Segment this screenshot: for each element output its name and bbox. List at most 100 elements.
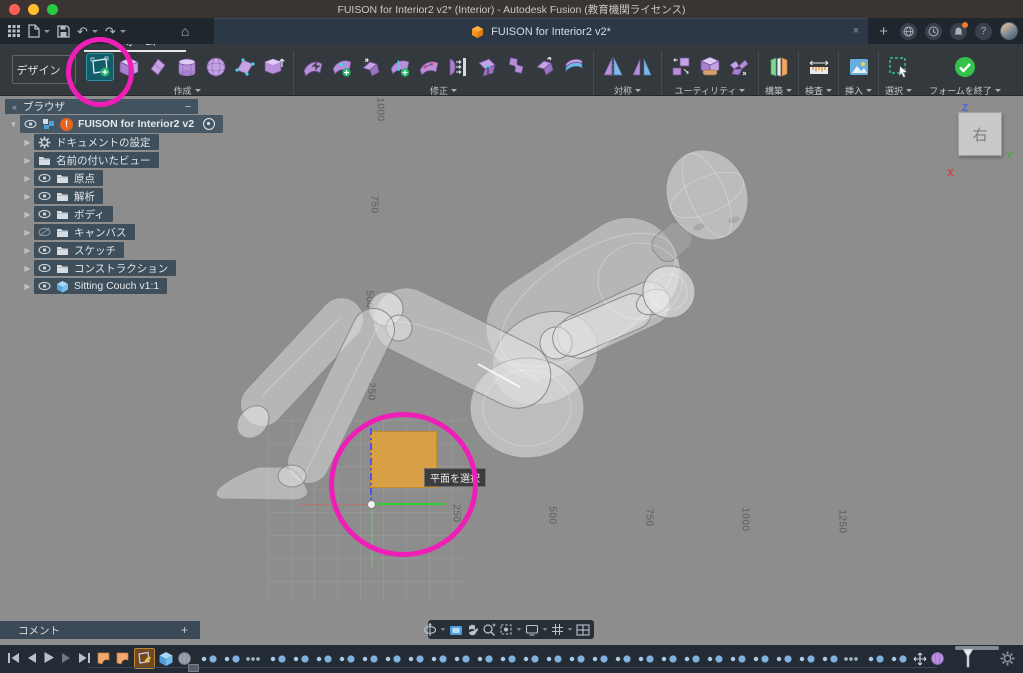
edit-form-icon[interactable]: [300, 54, 326, 80]
home-icon[interactable]: ⌂: [181, 24, 189, 38]
recent-clock-icon[interactable]: [925, 23, 942, 40]
collapsed-features-icon[interactable]: [841, 650, 863, 668]
browser-item-sitting-couch[interactable]: ▶ Sitting Couch v1:1: [21, 278, 223, 294]
step-forward-icon[interactable]: [61, 652, 72, 664]
chevron-right-icon[interactable]: ▶: [21, 156, 34, 165]
browser-item-origin[interactable]: ▶ 原点: [21, 170, 223, 186]
group-insert-label[interactable]: 挿入: [845, 84, 872, 97]
collapsed-features-icon[interactable]: [243, 650, 265, 668]
eye-icon[interactable]: [38, 191, 51, 201]
viewports-caret[interactable]: [594, 628, 599, 630]
display-settings-caret[interactable]: [543, 628, 548, 630]
group-select-label[interactable]: 選択: [885, 84, 912, 97]
browser-item-canvases[interactable]: ▶ キャンバス: [21, 224, 223, 240]
construct-plane-icon[interactable]: [766, 54, 792, 80]
orbit-icon[interactable]: [423, 623, 437, 637]
timeline-feature-dots[interactable]: [199, 650, 910, 668]
new-file-caret[interactable]: [44, 30, 50, 33]
chevron-right-icon[interactable]: ▶: [21, 210, 34, 219]
finish-form-icon[interactable]: [952, 54, 978, 80]
redo-icon[interactable]: ↷: [105, 25, 116, 38]
grid-settings-icon[interactable]: [551, 623, 564, 636]
eye-icon[interactable]: [24, 119, 37, 129]
orbit-caret[interactable]: [441, 628, 446, 630]
fit-icon[interactable]: [499, 623, 513, 636]
mirror-internal-icon[interactable]: [600, 54, 626, 80]
cylinder-icon[interactable]: [174, 54, 200, 80]
step-back-icon[interactable]: [26, 652, 37, 664]
eye-icon[interactable]: [38, 209, 51, 219]
eye-off-icon[interactable]: [38, 227, 51, 237]
eye-icon[interactable]: [38, 173, 51, 183]
viewport-canvas[interactable]: 1000 750 500 250 250 500 750 1000 1250: [0, 96, 1023, 645]
insert-edge-icon[interactable]: [387, 54, 413, 80]
skip-start-icon[interactable]: [7, 652, 20, 664]
fit-caret[interactable]: [517, 628, 522, 630]
view-cube[interactable]: 右: [958, 112, 1002, 156]
notifications-bell-icon[interactable]: [950, 23, 967, 40]
canvas-feature-icon[interactable]: [96, 651, 112, 666]
measure-icon[interactable]: [806, 54, 832, 80]
viewports-icon[interactable]: [576, 624, 590, 636]
collapse-panel-icon[interactable]: «: [12, 102, 17, 112]
convert-icon[interactable]: [668, 54, 694, 80]
repair-body-icon[interactable]: [697, 54, 723, 80]
quadball-icon[interactable]: [232, 54, 258, 80]
group-symmetry-label[interactable]: 対称: [614, 84, 641, 97]
new-tab-button[interactable]: +: [879, 23, 888, 40]
timeline-track[interactable]: [88, 667, 937, 668]
browser-item-construction[interactable]: ▶ コンストラクション: [21, 260, 223, 276]
redo-caret[interactable]: [120, 30, 126, 33]
crease-icon[interactable]: [358, 54, 384, 80]
form-feature-selected[interactable]: [134, 648, 155, 669]
warning-icon[interactable]: !: [60, 118, 73, 131]
chevron-right-icon[interactable]: ▶: [21, 174, 34, 183]
browser-item-named-views[interactable]: ▶ 名前の付いたビュー: [21, 152, 223, 168]
timeline-position-handle[interactable]: [188, 664, 199, 672]
group-inspect-label[interactable]: 検査: [805, 84, 832, 97]
undo-icon[interactable]: ↶: [77, 25, 88, 38]
extensions-globe-icon[interactable]: [900, 23, 917, 40]
thicken-icon[interactable]: [561, 54, 587, 80]
minimize-panel-icon[interactable]: −: [185, 101, 191, 113]
browser-item-document-settings[interactable]: ▶ ドキュメントの設定: [21, 134, 223, 150]
finish-form-label[interactable]: フォームを終了: [929, 84, 1001, 97]
unweld-icon[interactable]: [532, 54, 558, 80]
subdivide-icon[interactable]: [416, 54, 442, 80]
flatten-icon[interactable]: [445, 54, 471, 80]
chevron-down-icon[interactable]: ▼: [7, 120, 20, 129]
select-icon[interactable]: [886, 54, 912, 80]
document-tab[interactable]: FUISON for Interior2 v2*: [214, 18, 868, 44]
undo-caret[interactable]: [92, 30, 98, 33]
form-sphere-feature-icon[interactable]: [930, 651, 945, 666]
chevron-right-icon[interactable]: ▶: [21, 228, 34, 237]
browser-item-analysis[interactable]: ▶ 解析: [21, 188, 223, 204]
group-construct-label[interactable]: 構築: [765, 84, 792, 97]
eye-icon[interactable]: [38, 245, 51, 255]
help-icon[interactable]: ?: [975, 23, 992, 40]
canvas-feature-icon[interactable]: [115, 651, 131, 666]
group-create-label[interactable]: 作成: [173, 84, 200, 97]
browser-root-row[interactable]: ▼ ! FUISON for Interior2 v2: [5, 116, 223, 132]
app-grid-icon[interactable]: [7, 24, 21, 38]
make-uniform-icon[interactable]: [726, 54, 752, 80]
body-feature-icon[interactable]: [158, 651, 174, 667]
display-settings-icon[interactable]: [525, 624, 539, 636]
browser-item-bodies[interactable]: ▶ ボディ: [21, 206, 223, 222]
zoom-icon[interactable]: [482, 623, 496, 637]
move-feature-icon[interactable]: [913, 652, 927, 666]
new-file-icon[interactable]: [28, 24, 40, 38]
chevron-right-icon[interactable]: ▶: [21, 246, 34, 255]
pipe-icon[interactable]: [261, 54, 287, 80]
activate-radio-icon[interactable]: [203, 118, 215, 130]
close-tab-icon[interactable]: ×: [849, 24, 863, 38]
chevron-right-icon[interactable]: ▶: [21, 138, 34, 147]
insert-image-icon[interactable]: [846, 54, 872, 80]
comment-bar[interactable]: コメント +: [0, 621, 200, 639]
timeline-settings-gear-icon[interactable]: [1000, 651, 1015, 666]
pull-icon[interactable]: [474, 54, 500, 80]
group-utilities-label[interactable]: ユーティリティ: [675, 84, 746, 97]
group-modify-label[interactable]: 修正: [430, 84, 457, 97]
browser-item-sketches[interactable]: ▶ スケッチ: [21, 242, 223, 258]
chevron-right-icon[interactable]: ▶: [21, 264, 34, 273]
